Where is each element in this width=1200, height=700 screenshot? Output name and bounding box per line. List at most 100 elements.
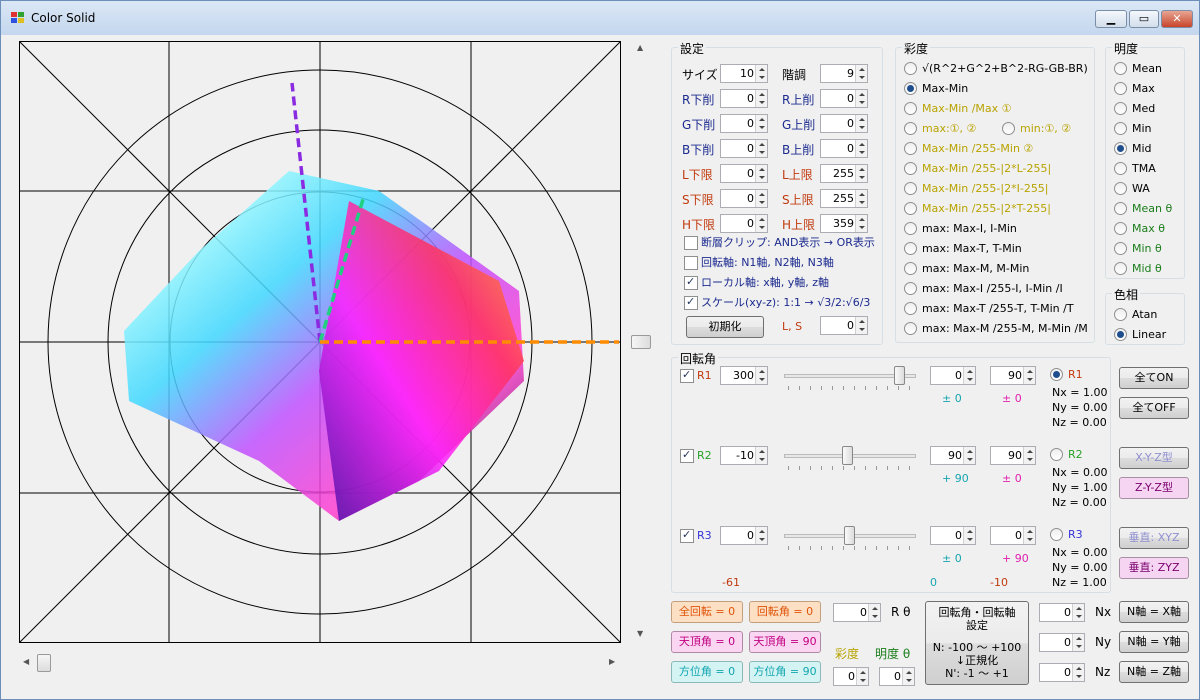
settings-spinner-3[interactable]: 0 <box>820 89 868 108</box>
saturation-option-1[interactable]: Max-Min <box>904 82 968 96</box>
saturation-option-10[interactable]: max: Max-T, T-Min <box>904 242 1022 256</box>
maximize-button[interactable]: ▭ <box>1129 10 1159 28</box>
rotation-slider-knob-R3[interactable] <box>844 526 855 545</box>
settings-checkbox-3[interactable]: スケール(xy-z): 1:1 → √3/2:√6/3 <box>684 295 870 310</box>
vertical-zyz-button[interactable]: 垂直: ZYZ <box>1119 557 1189 579</box>
rotation-value-spinner-R3[interactable]: 0 <box>720 526 768 545</box>
n-axis-button-2[interactable]: N軸 = Z軸 <box>1119 661 1189 683</box>
lightness-option-10[interactable]: Mid θ <box>1114 262 1162 276</box>
rotation-check-R1[interactable]: R1 <box>680 368 712 383</box>
saturation-option-4[interactable]: min:①, ② <box>1002 122 1071 136</box>
ls-spinner[interactable]: 0 <box>820 316 868 335</box>
zyz-type-button[interactable]: Z-Y-Z型 <box>1119 477 1189 499</box>
lightness-option-4[interactable]: Mid <box>1114 142 1152 156</box>
settings-checkbox-1[interactable]: 回転軸: N1軸, N2軸, N3軸 <box>684 256 834 270</box>
zenith-zero-button[interactable]: 天頂角 = 0 <box>671 631 743 653</box>
settings-spinner-13[interactable]: 359 <box>820 214 868 233</box>
zenith-90-button[interactable]: 天頂角 = 90 <box>749 631 821 653</box>
saturation-theta-spinner[interactable]: 0 <box>833 667 869 686</box>
r-theta-spinner[interactable]: 0 <box>833 603 881 622</box>
scroll-up-arrow[interactable]: ▲ <box>637 43 643 52</box>
saturation-option-11[interactable]: max: Max-M, M-Min <box>904 262 1029 276</box>
rotation-value-spinner-R1[interactable]: 300 <box>720 366 768 385</box>
rotation-value-spinner-R2[interactable]: -10 <box>720 446 768 465</box>
azimuth-90-button[interactable]: 方位角 = 90 <box>749 661 821 683</box>
saturation-option-2[interactable]: Max-Min /Max ① <box>904 102 1012 116</box>
settings-spinner-5[interactable]: 0 <box>820 114 868 133</box>
saturation-option-0[interactable]: √(R^2+G^2+B^2-RG-GB-BR) <box>904 62 1088 76</box>
settings-spinner-9[interactable]: 255 <box>820 164 868 183</box>
rotation-b-spinner-R2[interactable]: 90 <box>990 446 1036 465</box>
rotation-select-R2[interactable]: R2 <box>1050 448 1083 462</box>
rotation-a-spinner-R1[interactable]: 0 <box>930 366 976 385</box>
saturation-option-13[interactable]: max: Max-T /255-T, T-Min /T <box>904 302 1074 316</box>
saturation-option-3[interactable]: max:①, ② <box>904 122 976 136</box>
axis-settings-button[interactable]: 回転角・回転軸 設定 N: -100 〜 +100 ↓正規化 N': -1 〜 … <box>925 601 1029 685</box>
vertical-scroll-thumb[interactable] <box>631 335 651 349</box>
settings-spinner-0[interactable]: 10 <box>720 64 768 83</box>
lightness-option-7[interactable]: Mean θ <box>1114 202 1172 216</box>
azimuth-zero-button[interactable]: 方位角 = 0 <box>671 661 743 683</box>
lightness-option-9[interactable]: Min θ <box>1114 242 1162 256</box>
rotation-a-spinner-R2[interactable]: 90 <box>930 446 976 465</box>
settings-spinner-2[interactable]: 0 <box>720 89 768 108</box>
settings-spinner-4[interactable]: 0 <box>720 114 768 133</box>
rotation-slider-knob-R1[interactable] <box>894 366 906 385</box>
saturation-option-9[interactable]: max: Max-I, I-Min <box>904 222 1017 236</box>
lightness-option-3[interactable]: Min <box>1114 122 1152 136</box>
all-on-button[interactable]: 全てON <box>1119 367 1189 389</box>
saturation-option-12[interactable]: max: Max-I /255-I, I-Min /I <box>904 282 1063 296</box>
lightness-option-1[interactable]: Max <box>1114 82 1155 96</box>
lightness-theta-spinner[interactable]: 0 <box>879 667 915 686</box>
settings-spinner-7[interactable]: 0 <box>820 139 868 158</box>
all-rotation-zero-button[interactable]: 全回転 = 0 <box>671 601 743 623</box>
rotation-check-R3[interactable]: R3 <box>680 528 712 543</box>
rotation-b-spinner-R3[interactable]: 0 <box>990 526 1036 545</box>
rotation-angle-zero-button[interactable]: 回転角 = 0 <box>749 601 821 623</box>
saturation-option-8[interactable]: Max-Min /255-|2*T-255| <box>904 202 1051 216</box>
rotation-check-R2[interactable]: R2 <box>680 448 712 463</box>
n-axis-button-0[interactable]: N軸 = X軸 <box>1119 601 1189 623</box>
xyz-type-button[interactable]: X-Y-Z型 <box>1119 447 1189 469</box>
saturation-option-5[interactable]: Max-Min /255-Min ② <box>904 142 1033 156</box>
n-spinner-1[interactable]: 0 <box>1039 633 1085 652</box>
rotation-slider-knob-R2[interactable] <box>841 446 853 465</box>
n-spinner-2[interactable]: 0 <box>1039 663 1085 682</box>
settings-spinner-11[interactable]: 255 <box>820 189 868 208</box>
scroll-down-arrow[interactable]: ▼ <box>637 629 643 638</box>
lightness-option-0[interactable]: Mean <box>1114 62 1162 76</box>
settings-spinner-1[interactable]: 9 <box>820 64 868 83</box>
settings-spinner-10[interactable]: 0 <box>720 189 768 208</box>
horizontal-scroll-thumb[interactable] <box>37 654 51 672</box>
close-button[interactable]: ✕ <box>1161 10 1193 28</box>
hue-option-0[interactable]: Atan <box>1114 308 1157 322</box>
rotation-a-spinner-R3[interactable]: 0 <box>930 526 976 545</box>
lightness-option-6[interactable]: WA <box>1114 182 1150 196</box>
n-spinner-0[interactable]: 0 <box>1039 603 1085 622</box>
vertical-xyz-button[interactable]: 垂直: XYZ <box>1119 527 1189 549</box>
all-off-button[interactable]: 全てOFF <box>1119 397 1189 419</box>
settings-spinner-6[interactable]: 0 <box>720 139 768 158</box>
settings-checkbox-0[interactable]: 断層クリップ: AND表示 → OR表示 <box>684 236 875 250</box>
rotation-b-spinner-R1[interactable]: 90 <box>990 366 1036 385</box>
hue-option-1[interactable]: Linear <box>1114 328 1166 342</box>
n-axis-button-1[interactable]: N軸 = Y軸 <box>1119 631 1189 653</box>
lightness-option-8[interactable]: Max θ <box>1114 222 1165 236</box>
settings-spinner-12[interactable]: 0 <box>720 214 768 233</box>
scroll-left-arrow[interactable]: ◀ <box>23 657 29 666</box>
settings-checkbox-2[interactable]: ローカル軸: x軸, y軸, z軸 <box>684 275 829 290</box>
rotation-select-R1[interactable]: R1 <box>1050 368 1083 382</box>
color-solid-canvas[interactable] <box>18 40 622 644</box>
horizontal-scrollbar[interactable]: ◀ ▶ <box>19 652 621 672</box>
rotation-select-R3[interactable]: R3 <box>1050 528 1083 542</box>
lightness-option-2[interactable]: Med <box>1114 102 1155 116</box>
lightness-option-5[interactable]: TMA <box>1114 162 1156 176</box>
saturation-option-14[interactable]: max: Max-M /255-M, M-Min /M <box>904 322 1088 336</box>
saturation-option-7[interactable]: Max-Min /255-|2*I-255| <box>904 182 1049 196</box>
minimize-button[interactable]: ▁ <box>1095 10 1127 28</box>
scroll-right-arrow[interactable]: ▶ <box>609 657 615 666</box>
saturation-option-6[interactable]: Max-Min /255-|2*L-255| <box>904 162 1051 176</box>
reset-button[interactable]: 初期化 <box>686 316 764 338</box>
settings-spinner-8[interactable]: 0 <box>720 164 768 183</box>
vertical-scrollbar[interactable]: ▲ ▼ <box>631 41 651 641</box>
